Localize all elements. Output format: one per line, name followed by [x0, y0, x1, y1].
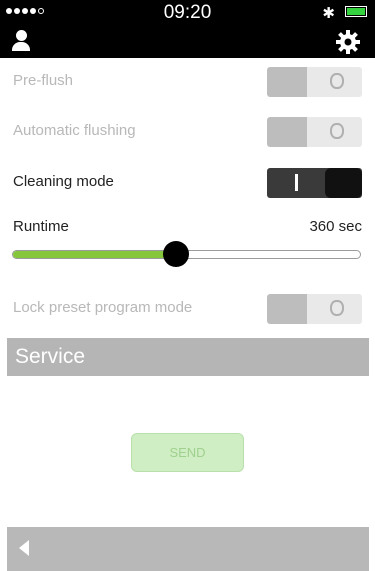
bluetooth-icon: ✱ — [322, 5, 335, 22]
battery-icon — [345, 6, 367, 17]
setting-row-lock-preset: Lock preset program mode — [13, 294, 362, 324]
toggle-off-icon — [330, 300, 344, 316]
toggle-off-icon — [330, 73, 344, 89]
setting-row-automatic-flushing: Automatic flushing — [13, 117, 362, 147]
runtime-slider-fill — [13, 251, 177, 258]
send-button[interactable]: SEND — [131, 433, 244, 472]
setting-row-cleaning-mode: Cleaning mode — [13, 168, 362, 198]
gear-icon[interactable] — [335, 29, 361, 55]
setting-label-cleaning-mode: Cleaning mode — [13, 173, 114, 190]
setting-label-lock-preset: Lock preset program mode — [13, 299, 193, 316]
setting-label-pre-flush: Pre-flush — [13, 72, 74, 89]
setting-label-automatic-flushing: Automatic flushing — [13, 122, 136, 139]
pre-flush-toggle[interactable] — [267, 67, 362, 97]
runtime-value: 360 sec — [309, 218, 362, 235]
automatic-flushing-toggle[interactable] — [267, 117, 362, 147]
status-time: 09:20 — [163, 2, 212, 23]
runtime-slider-thumb[interactable] — [163, 241, 190, 267]
status-bar: 09:20 ✱ — [0, 0, 375, 23]
toggle-on-icon — [295, 174, 298, 191]
runtime-label: Runtime — [13, 218, 69, 235]
user-icon[interactable] — [10, 30, 32, 52]
top-bar: 09:20 ✱ — [0, 0, 375, 58]
cleaning-mode-toggle[interactable] — [267, 168, 362, 198]
footer-bar — [7, 527, 369, 571]
back-arrow-icon[interactable] — [19, 540, 29, 556]
toggle-off-icon — [330, 123, 344, 139]
lock-preset-toggle[interactable] — [267, 294, 362, 324]
service-section-header: Service — [7, 338, 369, 376]
setting-row-pre-flush: Pre-flush — [13, 67, 362, 97]
